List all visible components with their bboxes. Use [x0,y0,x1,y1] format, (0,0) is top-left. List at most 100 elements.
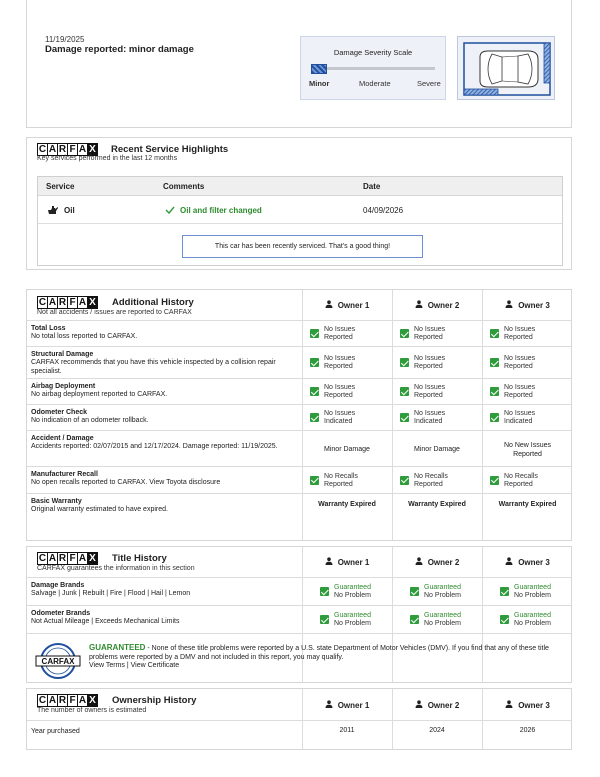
row-description: Not Actual Mileage | Exceeds Mechanical … [31,618,180,625]
owner-header: Owner 1 [302,699,392,710]
guarantee-body: - None of these title problems were repo… [89,645,549,661]
owner-status: Guaranteed No Problem [514,584,551,599]
owner-label: Owner 3 [518,700,550,710]
owner-label: Owner 3 [518,558,550,567]
damage-description: Damage reported: minor damage [45,44,194,55]
table-row: Odometer Check No indication of an odomet… [27,404,571,430]
owner-label: Owner 2 [427,700,460,710]
column-header-service: Service [46,182,75,191]
table-row: Oil Oil and filter changed 04/09/2026 [38,196,562,224]
table-row: Airbag Deployment No airbag deployment re… [27,378,571,404]
title-history-section: CARFAX Title History CARFAX guarantees t… [26,546,572,683]
severity-scale-title: Damage Severity Scale [333,48,413,57]
service-table-header: Service Comments Date [38,177,562,196]
owner-status: No Recalls Reported [504,472,538,488]
owner-status: No Issues Reported [324,326,356,341]
row-description: Accidents reported: 02/07/2015 and 12/17… [31,443,278,450]
check-badge-icon [400,475,409,485]
section-title: Ownership History [112,695,197,706]
row-description: Salvage | Junk | Rebuilt | Fire | Flood … [31,590,191,597]
row-label: Total Loss No total loss reported to CARF… [31,325,296,341]
check-badge-icon [320,587,329,596]
section-title: Title History [112,553,167,564]
additional-history-section: CARFAX Additional History Not all accide… [26,289,572,541]
carfax-logo: CARFAX [37,552,98,565]
check-badge-icon [310,475,319,485]
owner-status: Warranty Expired [498,501,557,508]
recent-service-section: CARFAX Recent Service Highlights Key ser… [26,137,572,270]
carfax-logo: CARFAX [37,694,98,707]
row-description: No airbag deployment reported to CARFAX. [31,391,168,398]
carfax-guarantee-seal-icon: CARFAX [35,643,81,679]
owner-header: Owner 2 [392,699,482,710]
divider [27,633,571,634]
owner-status: No Issues Reported [414,384,446,399]
owner-header: Owner 3 [482,699,573,710]
owner-status: Guaranteed No Problem [514,612,551,627]
row-title: Odometer Check [31,409,88,416]
row-title: Structural Damage [31,351,94,358]
row-title: Basic Warranty [31,498,82,505]
owner-status: No Issues Indicated [504,410,536,425]
row-label: Accident / Damage Accidents reported: 02/… [31,435,296,451]
owner-status: Guaranteed No Problem [334,584,371,599]
row-label: Odometer Check No indication of an odomet… [31,409,296,425]
row-title: Odometer Brands [31,610,91,617]
row-label: Year purchased [31,728,80,735]
check-badge-icon [410,587,419,596]
person-icon [505,557,513,565]
row-label: Odometer Brands Not Actual Mileage | Exce… [31,610,296,626]
person-icon [325,557,333,565]
check-badge-icon [310,387,319,396]
table-row: Damage Brands Salvage | Junk | Rebuilt | … [27,577,571,605]
owner-status: No Issues Reported [504,355,536,370]
check-badge-icon [490,358,499,367]
year-purchased: 2011 [339,727,355,734]
check-badge-icon [490,413,499,422]
row-description: No total loss reported to CARFAX. [31,333,138,340]
owner-status: No Issues Reported [504,384,536,399]
owner-status: No Recalls Reported [324,472,358,488]
owner-label: Owner 1 [337,700,370,710]
table-row: Odometer Brands Not Actual Mileage | Exce… [27,605,571,633]
owner-status: No Recalls Reported [414,472,448,488]
svg-text:CARFAX: CARFAX [42,657,76,666]
check-badge-icon [400,387,409,396]
damage-section: 11/19/2025 Damage reported: minor damage… [26,0,572,128]
guarantee-links[interactable]: View Terms | View Certificate [89,662,179,669]
damage-location-diagram [457,36,555,100]
owner-status: Guaranteed No Problem [424,584,461,599]
row-label: Damage Brands Salvage | Junk | Rebuilt | … [31,582,296,598]
section-subtitle: Key services performed in the last 12 mo… [37,155,178,162]
check-badge-icon [490,387,499,396]
check-badge-icon [400,413,409,422]
section-title: Additional History [112,297,194,308]
car-topview-icon [463,42,551,96]
service-comment: Oil and filter changed [180,206,262,215]
service-date: 04/09/2026 [363,206,404,215]
owner-label: Owner 3 [518,301,550,310]
column-header-date: Date [363,182,381,191]
damage-severity-scale: Damage Severity Scale Minor Moderate Sev… [300,36,446,100]
owner-status: Warranty Expired [408,501,466,508]
damage-date: 11/19/2025 [45,35,85,44]
table-row: Year purchased 2011 2024 2026 [27,720,571,742]
check-badge-icon [310,329,319,338]
owner-label: Owner 1 [337,301,370,310]
ownership-history-section: CARFAX Ownership History The number of o… [26,688,572,750]
person-icon [505,699,513,708]
service-table: Service Comments Date Oil Oil and filter… [37,176,563,266]
check-badge-icon [500,615,509,624]
year-purchased: 2024 [429,727,445,734]
row-description: No open recalls reported to CARFAX. View… [31,479,221,486]
table-row: Manufacturer Recall No open recalls repor… [27,466,571,493]
row-description: No indication of an odometer rollback. [31,417,149,424]
row-label: Manufacturer Recall No open recalls repor… [31,471,296,487]
section-title: Recent Service Highlights [111,144,229,155]
owner-status: Minor Damage [414,446,460,453]
check-badge-icon [310,358,319,367]
row-description: Original warranty estimated to have expi… [31,506,168,513]
owner-status: No Issues Indicated [414,410,446,425]
check-badge-icon [400,329,409,338]
severity-fill [311,64,327,74]
